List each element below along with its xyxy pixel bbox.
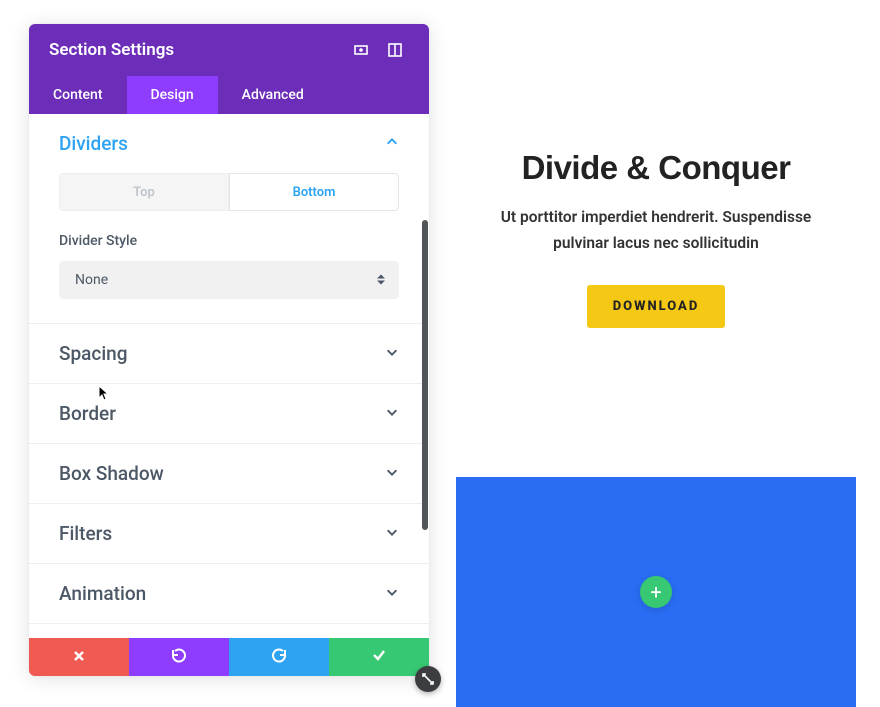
chevron-down-icon (385, 524, 399, 543)
accordion-box-shadow: Box Shadow (29, 444, 429, 504)
accordion-header-spacing[interactable]: Spacing (29, 324, 429, 383)
redo-button[interactable] (229, 638, 329, 676)
responsive-view-icon[interactable] (347, 36, 375, 64)
toggle-bottom[interactable]: Bottom (229, 173, 399, 211)
accordion-title-spacing: Spacing (59, 342, 128, 365)
divider-style-label: Divider Style (59, 233, 399, 249)
layout-columns-icon[interactable] (381, 36, 409, 64)
undo-icon (171, 647, 187, 667)
panel-tabs: Content Design Advanced (29, 76, 429, 114)
accordion-title-dividers: Dividers (59, 132, 128, 155)
accordion-title-box-shadow: Box Shadow (59, 462, 164, 485)
preview-body-text: Ut porttitor imperdiet hendrerit. Suspen… (496, 205, 816, 256)
accordion-title-animation: Animation (59, 582, 146, 605)
resize-handle[interactable] (415, 666, 441, 692)
download-button[interactable]: DOWNLOAD (587, 285, 726, 328)
close-icon (72, 648, 86, 667)
add-section-button[interactable]: + (640, 576, 672, 608)
divider-position-toggle: Top Bottom (59, 173, 399, 211)
chevron-down-icon (385, 344, 399, 363)
accordion-header-box-shadow[interactable]: Box Shadow (29, 444, 429, 503)
scrollbar-thumb[interactable] (422, 220, 428, 530)
divider-style-select[interactable]: None (59, 261, 399, 299)
check-icon (371, 647, 387, 667)
panel-header: Section Settings (29, 24, 429, 76)
accordion-spacing: Spacing (29, 324, 429, 384)
tab-design[interactable]: Design (127, 76, 218, 114)
cancel-button[interactable] (29, 638, 129, 676)
preview-section-top: Divide & Conquer Ut porttitor imperdiet … (456, 0, 856, 477)
accordion-filters: Filters (29, 504, 429, 564)
accordion-body-dividers: Top Bottom Divider Style None (29, 173, 429, 323)
panel-title: Section Settings (49, 40, 341, 60)
accordion-header-border[interactable]: Border (29, 384, 429, 443)
preview-section-bottom: + (456, 477, 856, 707)
accordion-header-filters[interactable]: Filters (29, 504, 429, 563)
tab-advanced[interactable]: Advanced (218, 76, 328, 114)
accordion-border: Border (29, 384, 429, 444)
accordion-title-filters: Filters (59, 522, 112, 545)
expand-icon (422, 670, 434, 689)
toggle-top[interactable]: Top (59, 173, 229, 211)
plus-icon: + (650, 580, 661, 604)
chevron-down-icon (385, 584, 399, 603)
settings-panel: Section Settings Content Design Advanced… (29, 24, 429, 676)
divider-style-value: None (75, 272, 108, 288)
preview-heading: Divide & Conquer (522, 149, 791, 187)
accordion-header-dividers[interactable]: Dividers (29, 114, 429, 173)
undo-button[interactable] (129, 638, 229, 676)
select-caret-icon (377, 271, 385, 290)
chevron-down-icon (385, 464, 399, 483)
panel-body: Dividers Top Bottom Divider Style None (29, 114, 429, 638)
chevron-up-icon (385, 134, 399, 153)
accordion-header-animation[interactable]: Animation (29, 564, 429, 623)
accordion-title-border: Border (59, 402, 116, 425)
scrollbar[interactable] (421, 220, 429, 630)
save-button[interactable] (329, 638, 429, 676)
preview-pane: Divide & Conquer Ut porttitor imperdiet … (456, 0, 856, 707)
accordion-animation: Animation (29, 564, 429, 624)
chevron-down-icon (385, 404, 399, 423)
panel-footer (29, 638, 429, 676)
tab-content[interactable]: Content (29, 76, 127, 114)
accordion-dividers: Dividers Top Bottom Divider Style None (29, 114, 429, 324)
redo-icon (271, 647, 287, 667)
